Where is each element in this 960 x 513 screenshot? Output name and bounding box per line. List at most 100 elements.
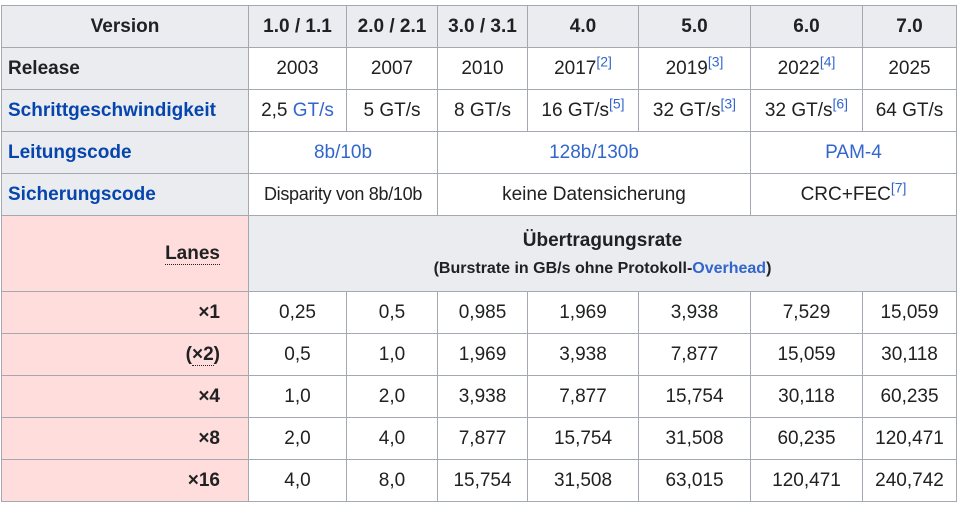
lanes-abbr: Lanes: [165, 242, 220, 265]
rate-cell: 2,0: [248, 417, 347, 460]
release-cell: 2007: [346, 47, 438, 90]
lane-label: ×8: [1, 417, 249, 460]
rate-cell: 0,5: [346, 291, 438, 334]
rate-cell: 0,25: [248, 291, 347, 334]
reference-link[interactable]: [3]: [708, 53, 724, 69]
speed-row: Schrittgeschwindigkeit 2,5 GT/s 5 GT/s 8…: [1, 89, 957, 132]
reference-link[interactable]: [3]: [721, 95, 737, 111]
line-code-pam4-link[interactable]: PAM-4: [825, 142, 882, 163]
rate-cell: 60,235: [862, 375, 957, 418]
rate-cell: 0,5: [248, 333, 347, 376]
reference-link[interactable]: [7]: [891, 179, 907, 195]
speed-cell: 5 GT/s: [346, 89, 438, 132]
version-1-0: 1.0 / 1.1: [248, 5, 347, 48]
rate-cell: 15,754: [527, 417, 639, 460]
rate-cell: 4,0: [346, 417, 438, 460]
transfer-rate-header: Übertragungsrate (Burstrate in GB/s ohne…: [248, 215, 957, 292]
speed-cell: 32 GT/s[6]: [750, 89, 863, 132]
lane-row: ×16 4,0 8,0 15,754 31,508 63,015 120,471…: [1, 459, 957, 502]
version-6-0: 6.0: [750, 5, 863, 48]
rate-cell: 15,059: [750, 333, 863, 376]
rate-cell: 240,742: [862, 459, 957, 502]
rate-cell: 1,969: [527, 291, 639, 334]
line-code-label-link[interactable]: Leitungscode: [8, 142, 132, 163]
rate-cell: 7,877: [437, 417, 528, 460]
line-code-cell: 128b/130b: [437, 131, 751, 174]
speed-cell: 8 GT/s: [437, 89, 528, 132]
line-code-8b10b-link[interactable]: 8b/10b: [314, 142, 372, 163]
release-cell: 2025: [862, 47, 957, 90]
lane-row: ×8 2,0 4,0 7,877 15,754 31,508 60,235 12…: [1, 417, 957, 460]
version-7-0: 7.0: [862, 5, 957, 48]
safety-code-cell: CRC+FEC[7]: [750, 173, 957, 216]
rate-cell: 31,508: [638, 417, 751, 460]
reference-link[interactable]: [6]: [833, 95, 849, 111]
speed-label-cell: Schrittgeschwindigkeit: [1, 89, 249, 132]
rate-cell: 30,118: [750, 375, 863, 418]
version-row: Version 1.0 / 1.1 2.0 / 2.1 3.0 / 3.1 4.…: [1, 5, 957, 48]
speed-cell: 16 GT/s[5]: [527, 89, 639, 132]
lane-label: ×4: [1, 375, 249, 418]
reference-link[interactable]: [2]: [596, 53, 612, 69]
release-cell: 2010: [437, 47, 528, 90]
rate-cell: 31,508: [527, 459, 639, 502]
line-code-label-cell: Leitungscode: [1, 131, 249, 174]
rate-cell: 120,471: [750, 459, 863, 502]
rate-cell: 1,969: [437, 333, 528, 376]
rate-cell: 4,0: [248, 459, 347, 502]
version-5-0: 5.0: [638, 5, 751, 48]
reference-link[interactable]: [5]: [609, 95, 625, 111]
safety-code-label-link[interactable]: Sicherungscode: [8, 184, 156, 205]
lanes-header: Lanes: [1, 215, 249, 292]
speed-cell: 32 GT/s[3]: [638, 89, 751, 132]
transfer-header-row: Lanes Übertragungsrate (Burstrate in GB/…: [1, 215, 957, 292]
rate-cell: 0,985: [437, 291, 528, 334]
lane-x2-abbr: ×2: [192, 343, 214, 366]
lane-label: ×16: [1, 459, 249, 502]
rate-cell: 7,529: [750, 291, 863, 334]
rate-cell: 3,938: [638, 291, 751, 334]
line-code-cell: 8b/10b: [248, 131, 438, 174]
rate-cell: 7,877: [527, 375, 639, 418]
line-code-cell: PAM-4: [750, 131, 957, 174]
speed-cell: 64 GT/s: [862, 89, 957, 132]
rate-cell: 8,0: [346, 459, 438, 502]
rate-cell: 30,118: [862, 333, 957, 376]
release-cell: 2019[3]: [638, 47, 751, 90]
overhead-link[interactable]: Overhead: [692, 260, 766, 277]
safety-code-row: Sicherungscode Disparity von 8b/10b kein…: [1, 173, 957, 216]
rate-cell: 63,015: [638, 459, 751, 502]
rate-cell: 7,877: [638, 333, 751, 376]
version-label: Version: [1, 5, 249, 48]
version-2-0: 2.0 / 2.1: [346, 5, 438, 48]
rate-cell: 3,938: [437, 375, 528, 418]
safety-code-label-cell: Sicherungscode: [1, 173, 249, 216]
line-code-row: Leitungscode 8b/10b 128b/130b PAM-4: [1, 131, 957, 174]
lane-row: ×1 0,25 0,5 0,985 1,969 3,938 7,529 15,0…: [1, 291, 957, 334]
rate-cell: 120,471: [862, 417, 957, 460]
transfer-rate-subtitle: (Burstrate in GB/s ohne Protokoll-Overhe…: [433, 259, 772, 277]
transfer-rate-title: Übertragungsrate: [522, 229, 683, 251]
safety-code-cell: Disparity von 8b/10b: [248, 173, 438, 216]
release-cell: 2017[2]: [527, 47, 639, 90]
gts-link[interactable]: GT/s: [293, 100, 334, 121]
lane-row: (×2) 0,5 1,0 1,969 3,938 7,877 15,059 30…: [1, 333, 957, 376]
reference-link[interactable]: [4]: [820, 53, 836, 69]
rate-cell: 3,938: [527, 333, 639, 376]
release-cell: 2003: [248, 47, 347, 90]
release-label: Release: [1, 47, 249, 90]
rate-cell: 2,0: [346, 375, 438, 418]
rate-cell: 15,754: [437, 459, 528, 502]
line-code-128b130b-link[interactable]: 128b/130b: [549, 142, 639, 163]
speed-label-link[interactable]: Schrittgeschwindigkeit: [8, 100, 216, 121]
release-cell: 2022[4]: [750, 47, 863, 90]
version-4-0: 4.0: [527, 5, 639, 48]
rate-cell: 15,754: [638, 375, 751, 418]
rate-cell: 60,235: [750, 417, 863, 460]
release-row: Release 2003 2007 2010 2017[2] 2019[3] 2…: [1, 47, 957, 90]
rate-cell: 1,0: [248, 375, 347, 418]
pcie-version-table: Version 1.0 / 1.1 2.0 / 2.1 3.0 / 3.1 4.…: [1, 5, 957, 502]
rate-cell: 15,059: [862, 291, 957, 334]
lane-label: ×1: [1, 291, 249, 334]
version-3-0: 3.0 / 3.1: [437, 5, 528, 48]
